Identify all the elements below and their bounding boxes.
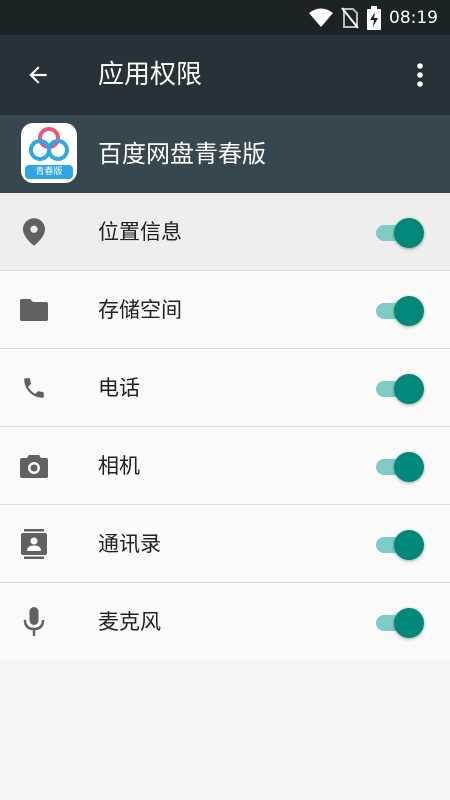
permission-list: 位置信息 存储空间 电话 相机 通讯录 麦克风 (0, 193, 450, 661)
contacts-toggle[interactable] (374, 530, 424, 560)
permission-label: 相机 (98, 454, 140, 478)
permission-label: 通讯录 (98, 532, 161, 556)
phone-icon (18, 372, 50, 404)
permission-label: 电话 (98, 376, 140, 400)
battery-charging-icon (367, 5, 381, 30)
contacts-icon (18, 528, 50, 560)
status-bar: 08:19 (0, 0, 450, 35)
permission-row-contacts[interactable]: 通讯录 (0, 505, 450, 583)
location-icon (18, 216, 50, 248)
page-title: 应用权限 (98, 60, 203, 90)
permission-row-camera[interactable]: 相机 (0, 427, 450, 505)
more-vert-icon[interactable] (404, 59, 436, 91)
empty-area (0, 660, 450, 800)
microphone-icon (18, 606, 50, 638)
permission-row-location[interactable]: 位置信息 (0, 193, 450, 271)
folder-icon (18, 294, 50, 326)
camera-icon (18, 450, 50, 482)
back-arrow-icon[interactable] (22, 59, 54, 91)
app-name: 百度网盘青春版 (98, 140, 266, 168)
camera-toggle[interactable] (374, 452, 424, 482)
status-time: 08:19 (389, 7, 438, 28)
permission-row-storage[interactable]: 存储空间 (0, 271, 450, 349)
permission-row-phone[interactable]: 电话 (0, 349, 450, 427)
permission-label: 位置信息 (98, 220, 182, 244)
permission-label: 存储空间 (98, 298, 182, 322)
location-toggle[interactable] (374, 218, 424, 248)
permission-label: 麦克风 (98, 610, 161, 634)
permission-row-microphone[interactable]: 麦克风 (0, 583, 450, 661)
cloud-logo-icon (29, 127, 69, 161)
no-sim-icon (341, 6, 359, 29)
microphone-toggle[interactable] (374, 608, 424, 638)
app-icon-badge: 青春版 (25, 165, 73, 179)
app-logo: 青春版 (21, 123, 77, 183)
app-header: 青春版 百度网盘青春版 (0, 115, 450, 193)
wifi-icon (309, 8, 333, 28)
phone-toggle[interactable] (374, 374, 424, 404)
app-bar: 应用权限 (0, 35, 450, 115)
storage-toggle[interactable] (374, 296, 424, 326)
